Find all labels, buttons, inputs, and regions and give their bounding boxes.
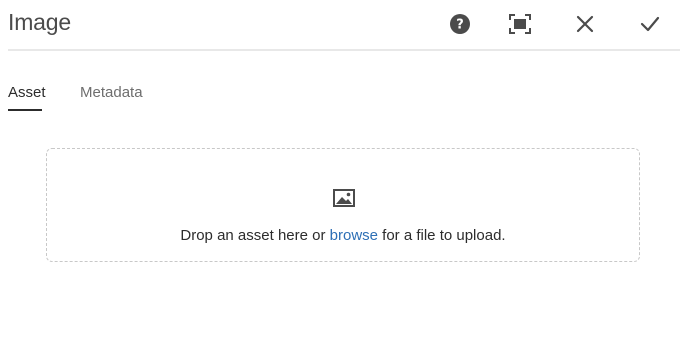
browse-link[interactable]: browse — [330, 227, 378, 244]
done-button[interactable] — [636, 10, 664, 38]
image-icon — [333, 189, 355, 207]
close-button[interactable] — [571, 10, 599, 38]
dropzone-message: Drop an asset here or browse for a file … — [47, 227, 639, 244]
help-button[interactable]: ? — [446, 10, 474, 38]
dropzone-text-after: for a file to upload. — [378, 227, 506, 244]
asset-dropzone[interactable]: Drop an asset here or browse for a file … — [46, 148, 640, 262]
tab-selected-indicator — [8, 109, 42, 111]
fullscreen-icon — [509, 14, 531, 34]
dialog-title: Image — [8, 9, 71, 35]
tab-asset[interactable]: Asset — [8, 84, 46, 101]
tab-metadata[interactable]: Metadata — [80, 84, 143, 101]
help-icon: ? — [449, 13, 471, 35]
checkmark-icon — [640, 15, 660, 33]
fullscreen-button[interactable] — [506, 10, 534, 38]
dialog-header: Image ? — [0, 0, 688, 50]
close-icon — [576, 15, 594, 33]
svg-text:?: ? — [456, 18, 464, 33]
dropzone-text-before: Drop an asset here or — [180, 227, 330, 244]
header-divider — [8, 49, 680, 51]
